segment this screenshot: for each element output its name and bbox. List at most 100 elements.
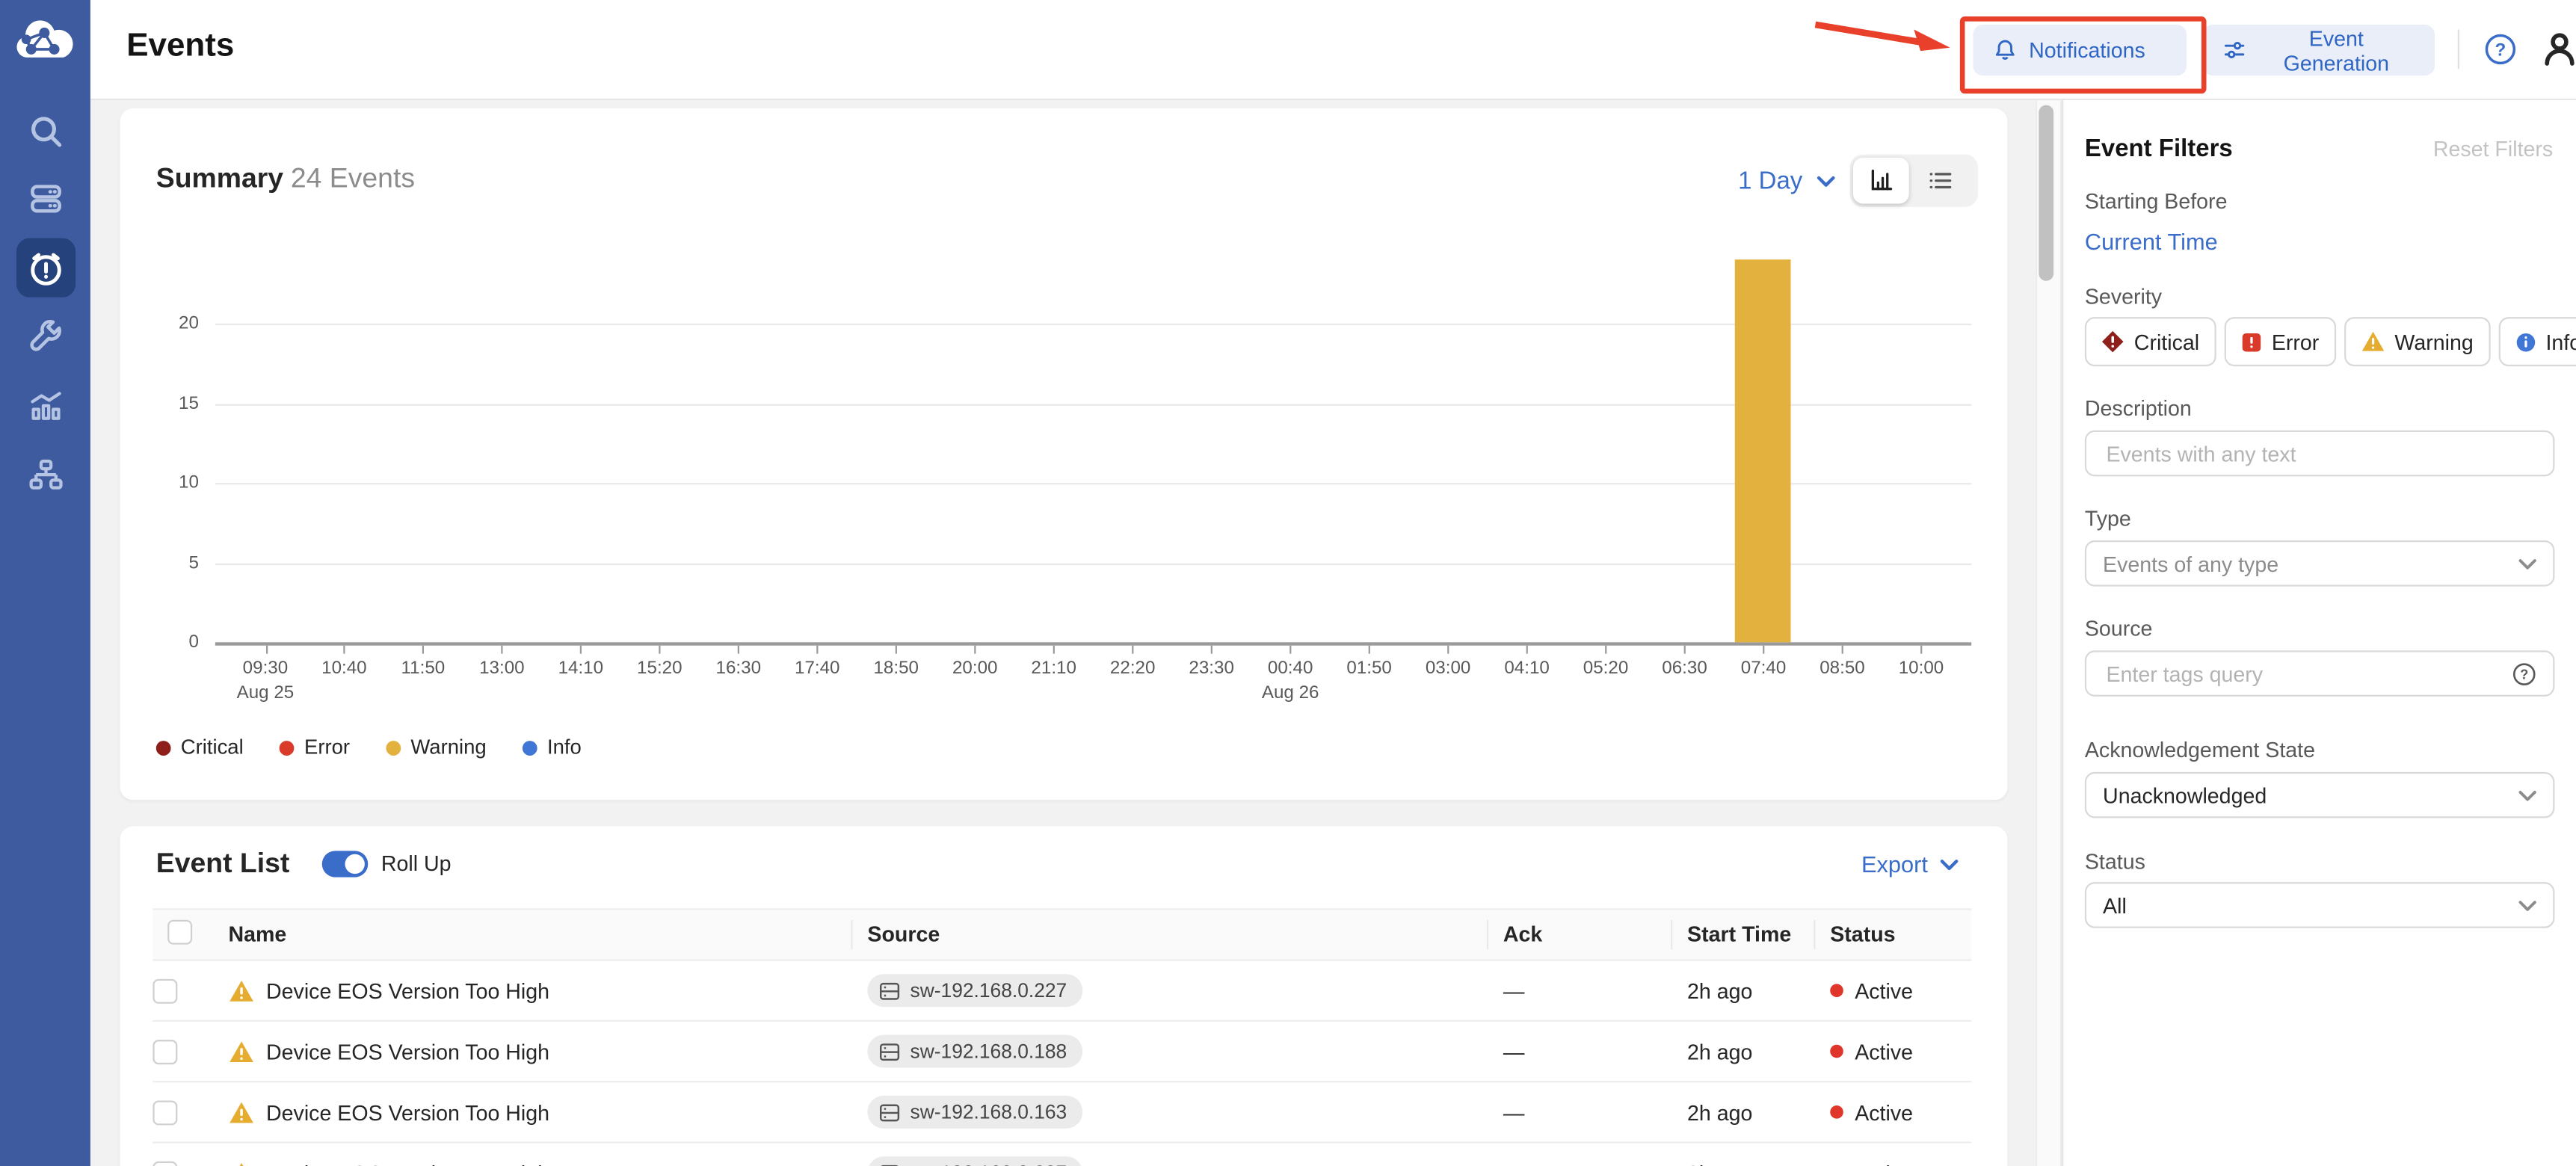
sidebar-item-devices[interactable] (16, 169, 75, 228)
event-list-card: Event List Roll Up Export Name Source Ac… (120, 826, 2007, 1166)
severity-label: Severity (2085, 284, 2162, 309)
status-dot (1830, 984, 1843, 997)
description-input[interactable] (2103, 439, 2536, 467)
severity-warning-button[interactable]: Warning (2344, 317, 2489, 366)
start-time-value: 2h ago (1672, 1039, 1815, 1064)
source-chip[interactable]: sw-192.168.0.188 (867, 1035, 1083, 1068)
devices-icon (27, 181, 63, 217)
page-title: Events (126, 28, 234, 66)
y-tick-label: 5 (150, 553, 199, 573)
question-circle-icon[interactable]: ? (2512, 661, 2536, 686)
sliders-icon (2222, 38, 2246, 63)
table-row[interactable]: Device EOS Version Too High sw-192.168.0… (152, 1022, 1971, 1082)
error-icon (2240, 331, 2262, 353)
export-dropdown[interactable]: Export (1861, 851, 1959, 877)
source-chip[interactable]: sw-192.168.0.227 (867, 974, 1083, 1007)
row-checkbox[interactable] (152, 978, 177, 1003)
event-name: Device EOS Version Too High (266, 1161, 549, 1166)
sidebar-item-provisioning[interactable] (16, 307, 75, 366)
type-label: Type (2085, 506, 2131, 531)
event-table: Name Source Ack Start Time Status (152, 908, 1971, 1166)
source-name: sw-192.168.0.237 (910, 1162, 1067, 1166)
x-tick-label: 08:50 (1803, 658, 1882, 678)
col-source[interactable]: Source (853, 920, 1489, 950)
switch-device-icon (879, 1162, 901, 1166)
status-dot (1830, 1045, 1843, 1058)
legend-item-info[interactable]: Info (523, 736, 582, 759)
table-body: Device EOS Version Too High sw-192.168.0… (152, 961, 1971, 1166)
sidebar-item-search[interactable] (16, 102, 75, 161)
severity-buttons: Critical Error Warning (2085, 317, 2555, 366)
row-checkbox[interactable] (152, 1039, 177, 1064)
source-name: sw-192.168.0.188 (910, 1040, 1067, 1063)
type-select[interactable]: Events of any type (2085, 540, 2555, 587)
x-tick-label: 20:00 (935, 658, 1014, 678)
topology-icon (27, 457, 63, 493)
row-checkbox[interactable] (152, 1099, 177, 1124)
legend-item-warning[interactable]: Warning (386, 736, 486, 759)
info-icon (2515, 331, 2536, 353)
vertical-scrollbar-thumb[interactable] (2039, 105, 2053, 281)
x-tick-label: 10:00 (1882, 658, 1960, 678)
ack-value: — (1488, 978, 1672, 1003)
sidebar-item-events[interactable] (16, 238, 75, 297)
chevron-down-icon (2518, 789, 2536, 801)
source-chip[interactable]: sw-192.168.0.237 (867, 1156, 1083, 1166)
y-tick-label: 0 (150, 632, 199, 652)
event-generation-label: Event Generation (2258, 25, 2415, 75)
user-menu[interactable] (2540, 30, 2576, 78)
cloudvision-logo (11, 18, 78, 64)
event-generation-button[interactable]: Event Generation (2203, 25, 2435, 75)
select-all-checkbox[interactable] (167, 920, 192, 945)
table-row[interactable]: Device EOS Version Too High sw-192.168.0… (152, 1144, 1971, 1166)
source-input-wrap: ? (2085, 650, 2555, 697)
start-time-value: 2h ago (1672, 1099, 1815, 1124)
status-value: All (2103, 892, 2127, 917)
severity-critical-button[interactable]: Critical (2085, 317, 2216, 366)
rollup-toggle[interactable] (322, 851, 369, 877)
summary-card: Summary 24 Events 1 Day (120, 108, 2007, 800)
ack-state-select[interactable]: Unacknowledged (2085, 772, 2555, 818)
x-tick-label: 22:20 (1093, 658, 1171, 678)
notifications-button[interactable]: Notifications (1973, 25, 2187, 75)
source-input[interactable] (2103, 659, 2512, 687)
legend-dot (523, 740, 537, 755)
sidebar-item-metrics[interactable] (16, 376, 75, 435)
col-status[interactable]: Status (1815, 920, 1971, 950)
status-select[interactable]: All (2085, 882, 2555, 928)
help-icon: ? (2484, 33, 2517, 66)
x-tick-label: 23:30 (1172, 658, 1251, 678)
row-checkbox[interactable] (152, 1161, 177, 1166)
col-ack[interactable]: Ack (1488, 920, 1672, 950)
sidebar-item-topology[interactable] (16, 445, 75, 505)
switch-device-icon (879, 980, 901, 1002)
col-name[interactable]: Name (214, 920, 853, 950)
x-date-label: Aug 26 (1251, 683, 1329, 703)
severity-error-button[interactable]: Error (2224, 317, 2335, 366)
filters-title: Event Filters (2085, 135, 2233, 162)
legend-item-critical[interactable]: Critical (156, 736, 244, 759)
starting-before-value[interactable]: Current Time (2085, 228, 2218, 254)
toggle-knob (345, 854, 365, 874)
x-tick-label: 13:00 (463, 658, 541, 678)
table-row[interactable]: Device EOS Version Too High sw-192.168.0… (152, 961, 1971, 1022)
rollup-label: Roll Up (381, 851, 452, 875)
col-start-time[interactable]: Start Time (1672, 920, 1815, 950)
wrench-icon (27, 318, 63, 354)
x-tick-label: 06:30 (1645, 658, 1724, 678)
notifications-label: Notifications (2029, 38, 2145, 63)
chart-bar-warning[interactable] (1736, 260, 1792, 643)
x-tick-label: 09:30 (226, 658, 304, 678)
warning-icon (228, 1161, 254, 1166)
warning-icon (228, 978, 254, 1003)
legend-item-error[interactable]: Error (280, 736, 350, 759)
help-button[interactable]: ? (2484, 33, 2517, 74)
ack-value: — (1488, 1039, 1672, 1064)
table-row[interactable]: Device EOS Version Too High sw-192.168.0… (152, 1082, 1971, 1143)
reset-filters-link[interactable]: Reset Filters (2433, 136, 2553, 161)
alarm-icon (25, 248, 65, 288)
severity-info-button[interactable]: Info (2498, 317, 2576, 366)
toggle-switch[interactable] (322, 851, 369, 877)
source-chip[interactable]: sw-192.168.0.163 (867, 1096, 1083, 1129)
table-header-row: Name Source Ack Start Time Status (152, 908, 1971, 960)
